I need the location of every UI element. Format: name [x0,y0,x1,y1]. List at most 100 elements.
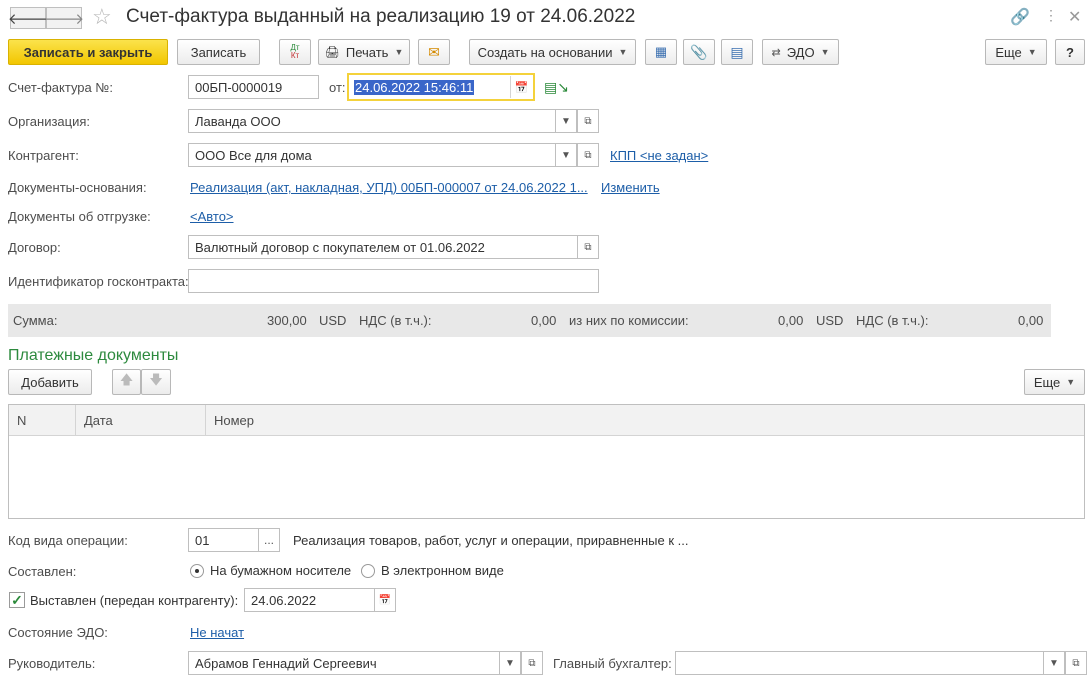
calendar-icon[interactable]: 📅 [510,76,532,98]
back-button[interactable]: 🡐 [7,7,49,29]
vat-value-1: 0,00 [531,313,557,328]
report-button[interactable]: ▤ [721,39,753,65]
create-based-button[interactable]: Создать на основании ▼ [469,39,636,65]
print-label: Печать [345,44,389,60]
payments-more-button[interactable]: Еще ▼ [1024,369,1085,395]
edo-label: ЭДО [786,44,815,60]
save-button[interactable]: Записать [177,39,260,65]
status-check-icon[interactable]: ▤↘ [544,79,569,96]
radio-electronic[interactable] [361,563,375,578]
move-down-button[interactable]: 🡇 [141,369,171,395]
print-button[interactable]: 🖨 Печать ▼ [318,39,410,65]
issued-date-calendar-button[interactable]: 📅 [374,588,396,612]
radio-paper-option[interactable]: На бумажном носителе [190,563,351,578]
operation-code-description: Реализация товаров, работ, услуг и опера… [293,533,689,548]
more-menu-icon[interactable]: ⋮ [1044,7,1058,24]
operation-code-select-button[interactable]: ... [258,528,280,552]
operation-code-label: Код вида операции: [8,533,128,548]
hierarchy-icon: ▦ [654,44,668,59]
chevron-down-icon: ▼ [1066,377,1076,387]
organization-dropdown-button[interactable]: ▼ [555,109,577,133]
shipment-documents-label: Документы об отгрузке: [8,209,151,224]
invoice-date-field[interactable]: 24.06.2022 15:46:11 [347,73,535,101]
issued-checkbox[interactable]: ✓ [9,592,25,608]
contract-field[interactable]: Валютный договор с покупателем от 01.06.… [188,235,578,259]
summary-bar: Сумма: 300,00 USD НДС (в т.ч.): 0,00 из … [8,304,1051,337]
open-window-icon: ⧉ [584,241,592,253]
organization-open-button[interactable]: ⧉ [577,109,599,133]
director-field[interactable]: Абрамов Геннадий Сергеевич [188,651,522,675]
help-button[interactable]: ? [1055,39,1085,65]
email-button[interactable]: ✉ [418,39,450,65]
more-label: Еще [995,44,1022,60]
payments-more-label: Еще [1033,374,1061,390]
page-title: Счет-фактура выданный на реализацию 19 о… [126,6,636,27]
chevron-down-icon: ▼ [1027,47,1037,57]
help-icon: ? [1066,44,1074,60]
favorite-star-icon[interactable]: ☆ [92,6,112,28]
issued-label: Выставлен (передан контрагенту): [30,593,239,608]
close-icon[interactable]: ✕ [1068,7,1081,27]
column-header-n[interactable]: N [9,405,76,436]
vat-label-1: НДС (в т.ч.): [359,313,432,328]
chevron-down-icon: ▼ [394,47,404,57]
accountant-field[interactable] [675,651,1065,675]
open-window-icon: ⧉ [528,657,536,669]
table-header: N Дата Номер [9,405,1084,436]
structure-button[interactable]: ▦ [645,39,677,65]
chevron-down-icon: ▼ [820,47,830,57]
contract-open-button[interactable]: ⧉ [577,235,599,259]
base-documents-link[interactable]: Реализация (акт, накладная, УПД) 00БП-00… [190,180,588,195]
commission-currency: USD [816,313,844,328]
date-from-label: от: [329,80,346,95]
sum-currency: USD [319,313,347,328]
arrow-left-icon: 🡐 [7,10,49,28]
open-window-icon: ⧉ [584,115,592,127]
radio-electronic-option[interactable]: В электронном виде [361,563,504,578]
counterparty-dropdown-button[interactable]: ▼ [555,143,577,167]
counterparty-open-button[interactable]: ⧉ [577,143,599,167]
document-list-icon: ▤ [730,43,744,60]
payment-documents-title: Платежные документы [8,347,179,364]
chevron-down-icon: ▼ [561,149,571,161]
change-base-documents-link[interactable]: Изменить [601,180,660,195]
dt-kt-button[interactable]: Дт Кт [279,39,311,65]
organization-label: Организация: [8,114,91,129]
edo-button[interactable]: ⇄ ЭДО ▼ [762,39,839,65]
save-close-button[interactable]: Записать и закрыть [8,39,168,65]
payment-documents-table[interactable]: N Дата Номер [8,404,1085,519]
column-header-number[interactable]: Номер [206,405,1084,436]
shipment-documents-link[interactable]: <Авто> [190,209,234,224]
accountant-dropdown-button[interactable]: ▼ [1043,651,1065,675]
gov-contract-field[interactable] [188,269,599,293]
kpp-link[interactable]: КПП <не задан> [610,148,708,163]
director-open-button[interactable]: ⧉ [521,651,543,675]
create-based-label: Создать на основании [477,44,613,60]
move-up-button[interactable]: 🡅 [112,369,141,395]
arrow-right-icon: 🡒 [43,10,85,28]
attach-button[interactable]: 📎 [683,39,715,65]
radio-electronic-label: В электронном виде [381,563,504,578]
commission-label: из них по комиссии: [569,313,689,328]
arrow-up-icon: 🡅 [119,372,134,387]
counterparty-field[interactable]: ООО Все для дома [188,143,578,167]
director-dropdown-button[interactable]: ▼ [499,651,521,675]
sum-label: Сумма: [13,313,58,328]
radio-paper[interactable] [190,563,204,578]
vat-label-2: НДС (в т.ч.): [856,313,929,328]
open-window-icon: ⧉ [584,149,592,161]
forward-button[interactable]: 🡒 [43,7,85,29]
more-button[interactable]: Еще ▼ [985,39,1047,65]
commission-value: 0,00 [778,313,804,328]
column-header-date[interactable]: Дата [76,405,206,436]
invoice-number-field[interactable]: 00БП-0000019 [188,75,319,99]
chevron-down-icon: ▼ [561,115,571,127]
edo-state-link[interactable]: Не начат [190,625,244,640]
link-icon[interactable]: 🔗 [1010,7,1030,27]
organization-field[interactable]: Лаванда ООО [188,109,578,133]
open-window-icon: ⧉ [1072,657,1080,669]
accountant-open-button[interactable]: ⧉ [1065,651,1087,675]
arrow-down-icon: 🡇 [149,372,163,387]
counterparty-label: Контрагент: [8,148,79,163]
add-payment-button[interactable]: Добавить [8,369,92,395]
